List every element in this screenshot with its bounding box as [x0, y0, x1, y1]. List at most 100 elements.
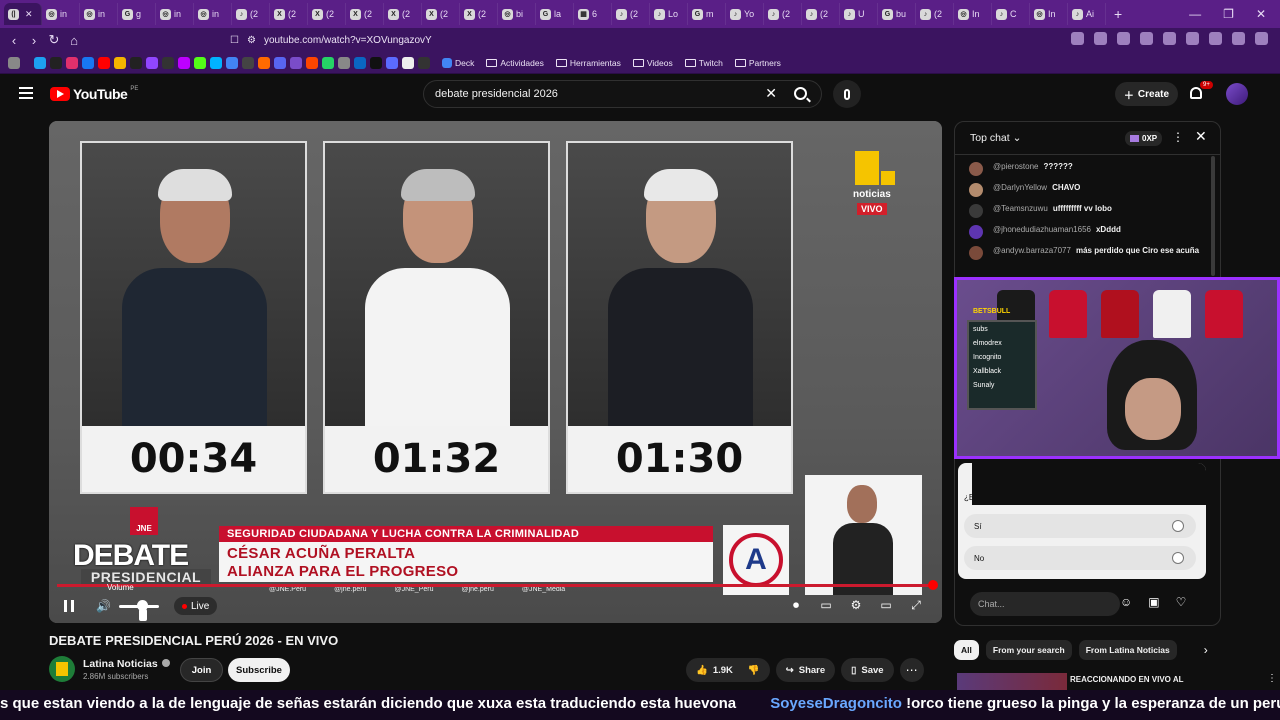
- subtitles-icon[interactable]: ▭: [818, 597, 834, 613]
- browser-tab[interactable]: ◎ in: [156, 3, 194, 25]
- browser-tab[interactable]: ◎ In: [1030, 3, 1068, 25]
- browser-tab[interactable]: ▦ 6: [574, 3, 612, 25]
- browser-tab[interactable]: ◎ in: [80, 3, 118, 25]
- browser-tab[interactable]: ◎ in: [194, 3, 232, 25]
- back-icon[interactable]: ‹: [4, 33, 24, 48]
- search-input[interactable]: debate presidencial 2026 ✕: [423, 80, 822, 108]
- browser-tab[interactable]: Gla: [536, 3, 574, 25]
- recommended-thumbnail[interactable]: [957, 673, 1067, 690]
- recommended-video[interactable]: REACCIONANDO EN VIVO AL ⋮: [954, 670, 1280, 690]
- search-icon[interactable]: [794, 87, 807, 100]
- super-chat-icon[interactable]: ▣: [1148, 595, 1159, 609]
- fullscreen-icon[interactable]: ⤢: [908, 597, 924, 613]
- browser-tab[interactable]: ◎ bi: [498, 3, 536, 25]
- extension-icon[interactable]: [1117, 32, 1130, 45]
- bookmark-folder-partners[interactable]: Partners: [734, 58, 781, 68]
- browser-tab[interactable]: X (2: [460, 3, 498, 25]
- radio-icon[interactable]: [1172, 520, 1184, 532]
- bookmark-favicon[interactable]: [50, 56, 62, 69]
- browser-tab[interactable]: X (2: [270, 3, 308, 25]
- close-chat-icon[interactable]: ✕: [1195, 128, 1207, 145]
- bookmark-favicon[interactable]: [306, 56, 318, 69]
- browser-tab[interactable]: ◎ In: [954, 3, 992, 25]
- bookmark-favicon[interactable]: [130, 56, 142, 69]
- bookmark-favicon[interactable]: [34, 56, 46, 69]
- notifications-bell-icon[interactable]: [1190, 87, 1202, 99]
- radio-icon[interactable]: [1172, 552, 1184, 564]
- extension-icon[interactable]: [1209, 32, 1222, 45]
- volume-icon[interactable]: 🔊: [96, 599, 111, 613]
- home-icon[interactable]: ⌂: [64, 33, 84, 48]
- browser-tab[interactable]: ♪ Ai: [1068, 3, 1106, 25]
- bookmark-favicon[interactable]: [322, 56, 334, 69]
- chevron-right-icon[interactable]: ›: [1204, 643, 1208, 657]
- bookmark-favicon[interactable]: [178, 56, 190, 69]
- settings-gear-icon[interactable]: ⚙: [848, 597, 864, 613]
- bookmark-favicon[interactable]: [370, 56, 382, 69]
- chat-message[interactable]: @DarlynYellow CHAVO: [969, 183, 1209, 204]
- bookmark-favicon[interactable]: [114, 56, 126, 69]
- bookmark-favicon[interactable]: [98, 56, 110, 69]
- chat-input[interactable]: Chat...: [970, 592, 1120, 616]
- browser-tab[interactable]: X (2: [422, 3, 460, 25]
- chat-message[interactable]: @andyw.barraza7077 más perdido que Ciro e…: [969, 246, 1209, 274]
- bookmark-favicon[interactable]: [290, 56, 302, 69]
- close-window-icon[interactable]: ✕: [1256, 7, 1266, 21]
- bookmark-favicon[interactable]: [146, 56, 158, 69]
- bookmark-favicon[interactable]: [338, 56, 350, 69]
- create-button[interactable]: ＋ Create: [1115, 82, 1178, 106]
- bookmark-favicon[interactable]: [418, 56, 430, 69]
- url-field[interactable]: ☐ ⚙ youtube.com/watch?v=XOVungazovY: [230, 30, 970, 50]
- subscribe-button[interactable]: Subscribe: [228, 658, 290, 682]
- youtube-logo[interactable]: YouTube PE: [50, 86, 138, 102]
- site-info-icon[interactable]: ⚙: [247, 35, 256, 46]
- forward-icon[interactable]: ›: [24, 33, 44, 48]
- heart-icon[interactable]: ♡: [1176, 595, 1187, 609]
- bookmark-deck[interactable]: Deck: [442, 57, 474, 68]
- voice-search-button[interactable]: [833, 80, 861, 108]
- chat-more-icon[interactable]: ⋮: [1172, 130, 1184, 144]
- close-tab-icon[interactable]: ✕: [25, 9, 33, 20]
- account-avatar[interactable]: [1226, 83, 1248, 105]
- top-chat-dropdown[interactable]: Top chat ⌄: [970, 132, 1021, 144]
- channel-name[interactable]: Latina Noticias: [83, 658, 170, 670]
- extension-icon[interactable]: [1094, 32, 1107, 45]
- apps-icon[interactable]: [8, 56, 20, 69]
- browser-tab[interactable]: ♪ (2: [916, 3, 954, 25]
- like-count[interactable]: 1.9K: [713, 665, 733, 676]
- bookmark-favicon[interactable]: [274, 56, 286, 69]
- emoji-icon[interactable]: ☺: [1120, 595, 1132, 609]
- save-button[interactable]: ▯ Save: [841, 658, 894, 682]
- recommended-title[interactable]: REACCIONANDO EN VIVO AL: [1070, 675, 1184, 684]
- more-options-icon[interactable]: ⋯: [899, 658, 924, 682]
- bookmark-folder-twitch[interactable]: Twitch: [684, 58, 723, 68]
- poll-option-no[interactable]: No: [964, 546, 1196, 570]
- reload-icon[interactable]: ↻: [44, 32, 64, 48]
- browser-tab[interactable]: Gg: [118, 3, 156, 25]
- video-player[interactable]: 00:34 01:32 01:30 noticias VIVO JNE DEBA…: [49, 121, 942, 623]
- extension-icon[interactable]: [1071, 32, 1084, 45]
- browser-tab[interactable]: X (2: [308, 3, 346, 25]
- bookmark-folder-actividades[interactable]: Actividades: [486, 58, 544, 68]
- bookmark-favicon[interactable]: [82, 56, 94, 69]
- chat-message[interactable]: @Teamsnzuwu ufffffffff vv lobo: [969, 204, 1209, 225]
- bookmark-favicon[interactable]: [162, 56, 174, 69]
- browser-tab[interactable]: ◎ in: [42, 3, 80, 25]
- theater-mode-icon[interactable]: ▭: [878, 597, 894, 613]
- browser-tab[interactable]: ♪ (2: [612, 3, 650, 25]
- poll-option-si[interactable]: Sí: [964, 514, 1196, 538]
- chat-message[interactable]: @jhonedudiazhuaman1656 xDddd: [969, 225, 1209, 246]
- extension-icon[interactable]: [1163, 32, 1176, 45]
- extension-icon[interactable]: [1186, 32, 1199, 45]
- browser-tab[interactable]: Gbu: [878, 3, 916, 25]
- bookmark-favicon[interactable]: [226, 56, 238, 69]
- xp-badge[interactable]: 0XP: [1125, 131, 1163, 146]
- extension-icon[interactable]: [1232, 32, 1245, 45]
- browser-tab[interactable]: ♪ Yo: [726, 3, 764, 25]
- chat-message[interactable]: @pierostone??????: [969, 162, 1209, 183]
- menu-icon[interactable]: [1255, 32, 1268, 45]
- autoplay-toggle-icon[interactable]: ⏺: [788, 597, 804, 613]
- browser-tab[interactable]: ♪ U: [840, 3, 878, 25]
- bookmark-favicon[interactable]: [242, 56, 254, 69]
- bookmark-folder-herramientas[interactable]: Herramientas: [555, 58, 621, 68]
